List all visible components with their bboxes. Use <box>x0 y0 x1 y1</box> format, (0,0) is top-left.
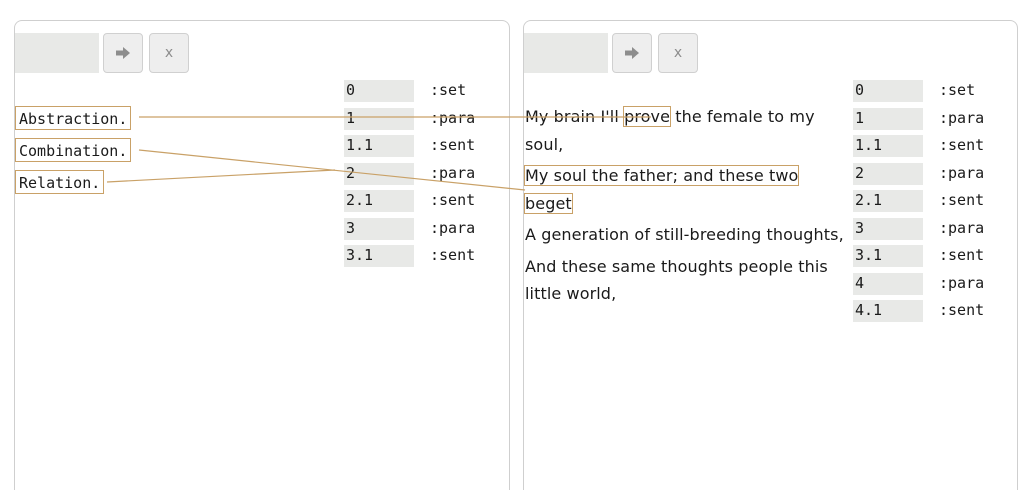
poem-text-segment: And these same thoughts people this litt… <box>525 256 828 304</box>
index-key: 2 <box>853 162 923 185</box>
poem-paragraph-2[interactable]: My soul the father; and these two beget <box>523 162 845 217</box>
left-panel: x Abstraction. Combination. Relation. 0:… <box>14 20 510 490</box>
poem-paragraph-3[interactable]: A generation of still-breeding thoughts, <box>525 221 845 249</box>
index-key: 2.1 <box>853 190 923 212</box>
index-key: 2.1 <box>344 190 414 212</box>
poem-text-segment: A generation of still-breeding thoughts, <box>525 225 844 244</box>
index-key: 1.1 <box>344 135 414 157</box>
index-key: 4.1 <box>853 300 923 322</box>
index-key: 1.1 <box>853 135 923 157</box>
highlight-sentence[interactable]: My soul the father; and these two beget <box>523 165 800 214</box>
index-type: :sent <box>430 191 476 209</box>
poem-paragraph-4[interactable]: And these same thoughts people this litt… <box>525 253 845 308</box>
poem-text: My brain I'll prove the female to my sou… <box>523 103 845 312</box>
index-key: 0 <box>344 80 414 102</box>
left-close-button[interactable]: x <box>149 33 189 73</box>
arrow-right-icon <box>116 47 130 59</box>
index-type: :para <box>430 218 476 237</box>
index-type: :sent <box>430 136 476 154</box>
index-type: :para <box>939 163 985 182</box>
index-type: :para <box>939 273 985 292</box>
left-url-input[interactable] <box>15 33 99 73</box>
index-type: :para <box>939 218 985 237</box>
index-type: :para <box>430 108 476 127</box>
index-key: 4 <box>853 272 923 295</box>
index-key: 3.1 <box>344 245 414 267</box>
left-go-button[interactable] <box>103 33 143 73</box>
highlight-prove[interactable]: prove <box>623 106 672 127</box>
index-key: 1 <box>344 107 414 130</box>
word-combination[interactable]: Combination. <box>15 138 132 162</box>
poem-text-segment: My brain I'll <box>525 107 625 126</box>
index-key: 3.1 <box>853 245 923 267</box>
index-key: 3 <box>853 217 923 240</box>
right-close-button[interactable]: x <box>658 33 698 73</box>
poem-paragraph-1[interactable]: My brain I'll prove the female to my sou… <box>525 103 845 158</box>
right-url-input[interactable] <box>524 33 608 73</box>
index-type: :sent <box>939 301 985 319</box>
word-abstraction[interactable]: Abstraction. <box>15 106 132 130</box>
word-relation[interactable]: Relation. <box>15 170 105 194</box>
index-type: :sent <box>939 191 985 209</box>
index-key: 1 <box>853 107 923 130</box>
right-go-button[interactable] <box>612 33 652 73</box>
right-panel: x My brain I'll prove the female to my s… <box>523 20 1018 490</box>
index-key: 2 <box>344 162 414 185</box>
index-type: :sent <box>939 246 985 264</box>
index-type: :set <box>939 81 976 99</box>
index-key: 3 <box>344 217 414 240</box>
index-type: :para <box>430 163 476 182</box>
index-type: :sent <box>939 136 985 154</box>
index-key: 0 <box>853 80 923 102</box>
arrow-right-icon <box>625 47 639 59</box>
index-type: :para <box>939 108 985 127</box>
index-type: :set <box>430 81 467 99</box>
index-type: :sent <box>430 246 476 264</box>
